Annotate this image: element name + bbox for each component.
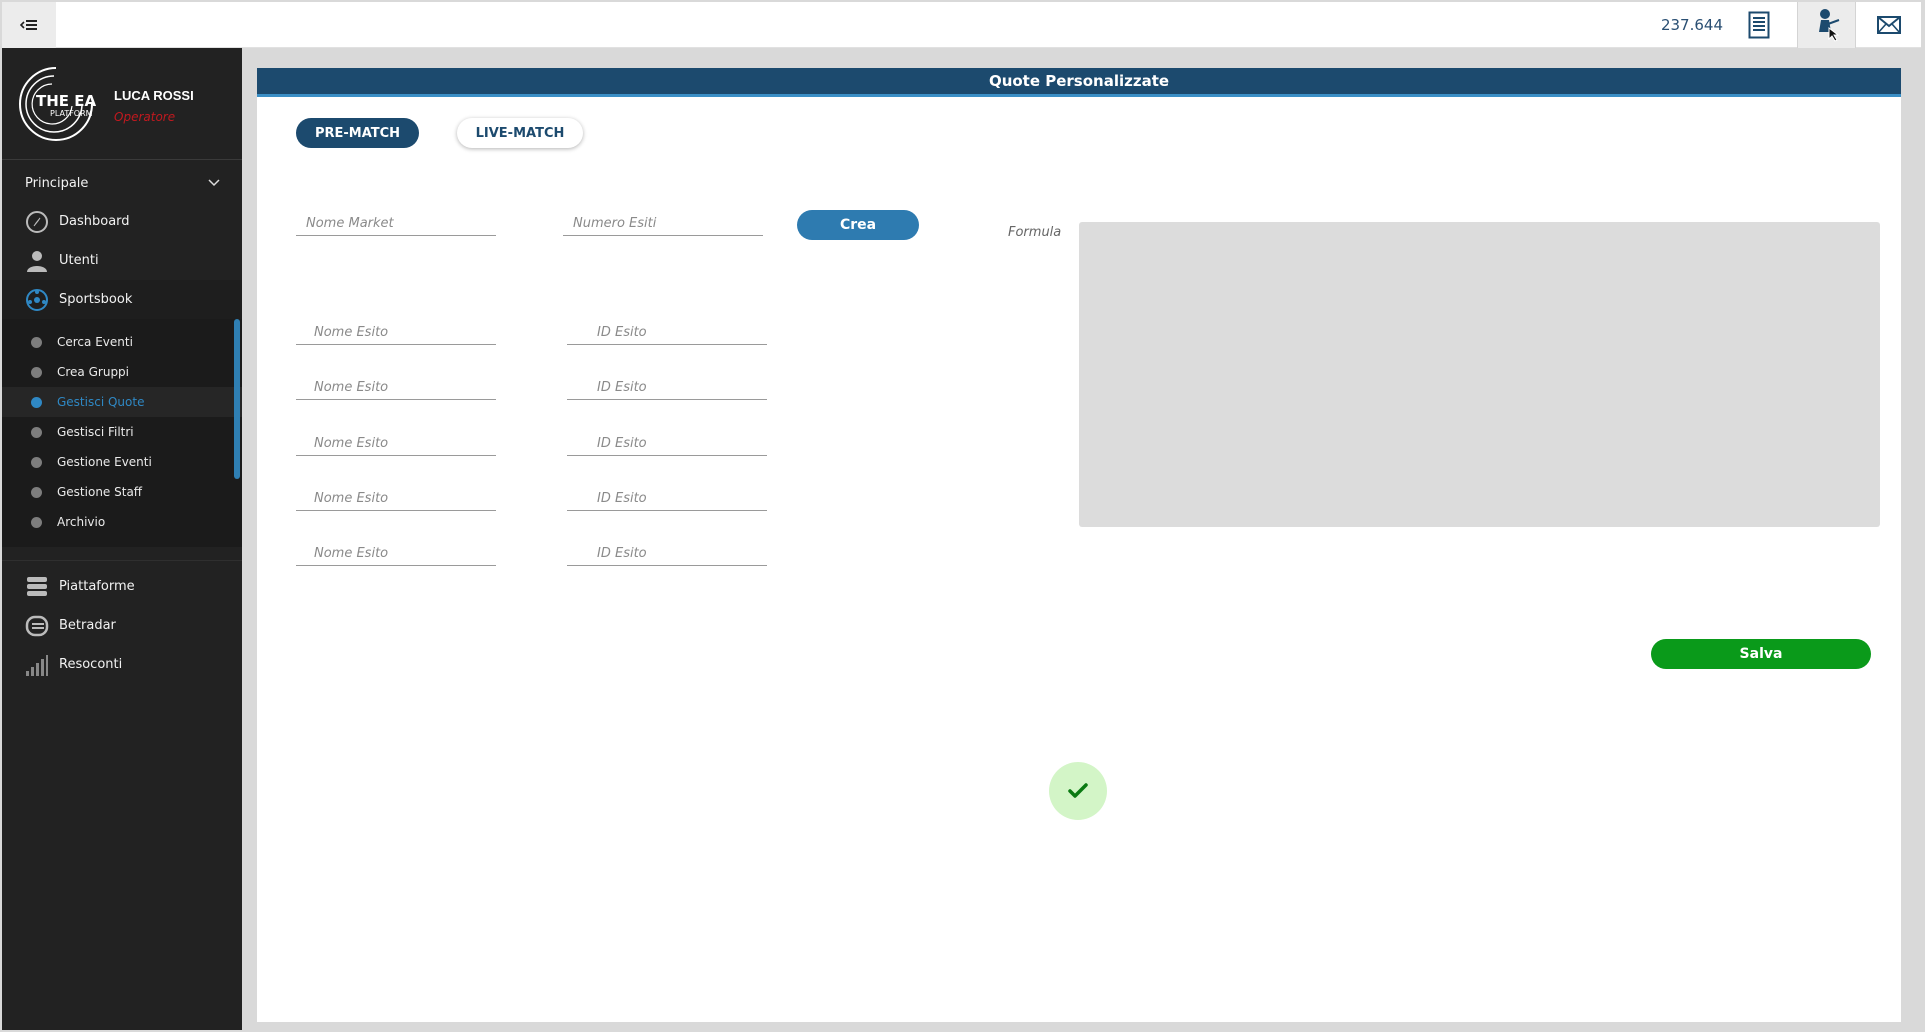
sidebar-subitem-gestione-eventi[interactable]: Gestione Eventi — [2, 447, 242, 477]
receipt-icon[interactable] — [1737, 2, 1781, 48]
platforms-icon — [24, 574, 50, 600]
bullet-icon — [31, 366, 42, 378]
bullet-icon — [31, 456, 42, 468]
sidebar-divider — [2, 547, 242, 561]
sidebar-item-piattaforme[interactable]: Piattaforme — [2, 567, 242, 606]
sidebar-item-label: Utenti — [59, 253, 99, 268]
balance-value: 237.644 — [1660, 16, 1723, 34]
page-title: Quote Personalizzate — [257, 68, 1901, 97]
outcome-id-input[interactable] — [567, 487, 767, 511]
save-button[interactable]: Salva — [1651, 639, 1871, 669]
outcome-name-input[interactable] — [296, 321, 496, 345]
checkmark-icon — [1068, 783, 1088, 798]
sidebar-item-betradar[interactable]: Betradar — [2, 606, 242, 645]
outcome-name-input[interactable] — [296, 542, 496, 566]
bullet-icon — [31, 396, 42, 408]
betradar-icon — [24, 613, 50, 639]
outcome-name-input[interactable] — [296, 376, 496, 400]
subitem-label: Crea Gruppi — [57, 365, 130, 379]
sidebar-item-label: Resoconti — [59, 657, 123, 672]
outcome-name-input[interactable] — [296, 487, 496, 511]
tab-live-match[interactable]: LIVE-MATCH — [457, 118, 583, 148]
top-bar: 237.644 — [2, 2, 1921, 48]
sidebar-subitem-gestisci-filtri[interactable]: Gestisci Filtri — [2, 417, 242, 447]
success-indicator — [1049, 762, 1107, 820]
user-pointer-icon[interactable] — [1797, 2, 1855, 48]
sportsbook-submenu: Cerca Eventi Crea Gruppi Gestisci Quote … — [2, 319, 242, 547]
subitem-label: Archivio — [57, 515, 106, 529]
bullet-icon — [31, 516, 42, 528]
sidebar: THE EAR PLATFORM LUCA ROSSI Operatore Pr… — [2, 48, 242, 1030]
tab-pre-match[interactable]: PRE-MATCH — [296, 118, 419, 148]
sidebar-subitem-cerca-eventi[interactable]: Cerca Eventi — [2, 327, 242, 357]
user-role: Operatore — [114, 110, 176, 124]
section-title: Principale — [25, 175, 89, 191]
sidebar-item-label: Betradar — [59, 618, 116, 633]
mail-icon[interactable] — [1855, 2, 1921, 48]
sidebar-subitem-gestione-staff[interactable]: Gestione Staff — [2, 477, 242, 507]
subitem-label: Gestione Staff — [57, 485, 143, 499]
section-principale[interactable]: Principale — [2, 164, 242, 202]
outcome-id-input[interactable] — [567, 432, 767, 456]
market-name-input[interactable] — [296, 212, 496, 236]
platform-logo: THE EAR PLATFORM — [16, 64, 108, 144]
compass-icon — [24, 209, 50, 235]
bullet-icon — [31, 336, 42, 348]
user-name: LUCA ROSSI — [114, 88, 194, 103]
outcome-name-input[interactable] — [296, 432, 496, 456]
top-bar-actions: 237.644 — [1661, 2, 1921, 48]
submenu-scrollbar[interactable] — [234, 319, 240, 479]
chevron-down-icon — [208, 179, 220, 187]
svg-text:THE EAR: THE EAR — [36, 92, 96, 110]
bar-chart-icon — [24, 652, 50, 678]
soccer-ball-icon — [24, 287, 50, 313]
outcome-id-input[interactable] — [567, 376, 767, 400]
sidebar-item-utenti[interactable]: Utenti — [2, 241, 242, 280]
sidebar-item-sportsbook[interactable]: Sportsbook — [2, 280, 242, 319]
subitem-label: Gestione Eventi — [57, 455, 152, 469]
create-button[interactable]: Crea — [797, 210, 919, 240]
bullet-icon — [31, 486, 42, 498]
bullet-icon — [31, 426, 42, 438]
sidebar-item-label: Sportsbook — [59, 292, 133, 307]
subitem-label: Cerca Eventi — [57, 335, 133, 349]
sidebar-item-resoconti[interactable]: Resoconti — [2, 645, 242, 684]
sidebar-item-dashboard[interactable]: Dashboard — [2, 202, 242, 241]
main-panel: Quote Personalizzate PRE-MATCH LIVE-MATC… — [257, 68, 1901, 1022]
formula-label: Formula — [1008, 225, 1062, 240]
subitem-label: Gestisci Quote — [57, 395, 145, 409]
outcome-id-input[interactable] — [567, 542, 767, 566]
formula-textarea[interactable] — [1079, 222, 1880, 527]
sidebar-item-label: Dashboard — [59, 214, 130, 229]
sidebar-subitem-gestisci-quote[interactable]: Gestisci Quote — [2, 387, 242, 417]
outcome-id-input[interactable] — [567, 321, 767, 345]
sidebar-subitem-crea-gruppi[interactable]: Crea Gruppi — [2, 357, 242, 387]
outcome-count-input[interactable] — [563, 212, 763, 236]
sidebar-subitem-archivio[interactable]: Archivio — [2, 507, 242, 537]
sidebar-item-label: Piattaforme — [59, 579, 135, 594]
subitem-label: Gestisci Filtri — [57, 425, 134, 439]
menu-collapse-icon[interactable] — [2, 2, 56, 48]
user-profile: THE EAR PLATFORM LUCA ROSSI Operatore — [2, 48, 242, 160]
svg-text:PLATFORM: PLATFORM — [50, 109, 93, 118]
user-icon — [24, 248, 50, 274]
